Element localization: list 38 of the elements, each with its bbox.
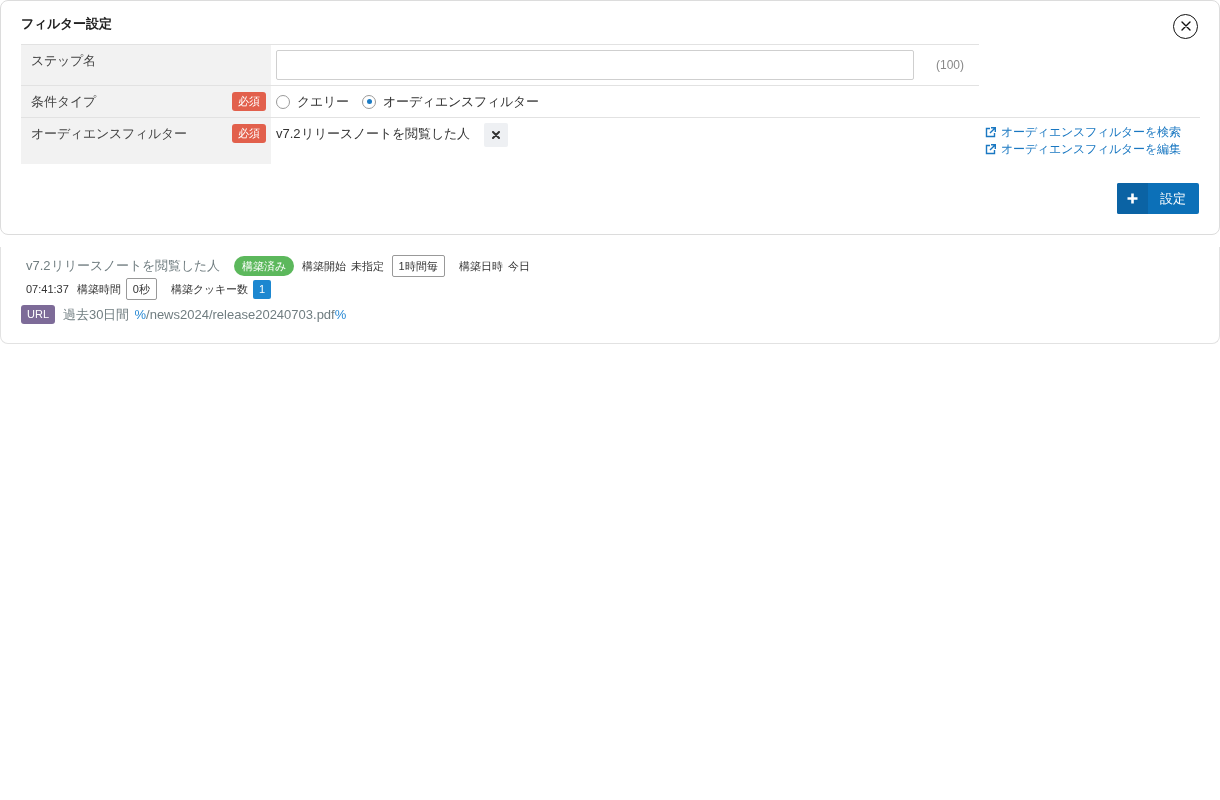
required-badge: 必須	[232, 124, 266, 143]
meta-value: 未指定	[350, 258, 384, 274]
count-badge: 1	[252, 279, 272, 299]
status-badge: 構築済み	[233, 256, 294, 276]
meta-value: 今日	[507, 258, 530, 274]
meta-label: 構築開始	[301, 258, 346, 274]
external-link-icon	[985, 144, 996, 155]
field-label: 条件タイプ	[31, 93, 96, 111]
outlined-tag: 1時間毎	[391, 255, 445, 277]
meta-label: 構築時間	[76, 281, 121, 297]
meta-value: 07:41:37	[26, 283, 69, 295]
outlined-tag: 0秒	[125, 278, 157, 300]
filter-link[interactable]: オーディエンスフィルターを編集	[985, 141, 1194, 158]
x-icon	[491, 131, 500, 139]
remove-button[interactable]	[483, 123, 508, 147]
radio-button[interactable]	[362, 94, 376, 109]
filter-link[interactable]: オーディエンスフィルターを検索	[985, 124, 1194, 141]
summary-title: v7.2リリースノートを閲覧した人	[26, 257, 220, 275]
period-text: 過去30日間	[63, 305, 130, 324]
type-badge: URL	[21, 305, 55, 324]
field-label: オーディエンスフィルター	[31, 125, 187, 143]
close-button[interactable]	[1173, 13, 1198, 39]
input-field[interactable]	[276, 50, 914, 80]
char-counter: (100)	[936, 58, 964, 72]
radio-label: クエリー	[297, 92, 349, 111]
selected-filter: v7.2リリースノートを閲覧した人	[276, 125, 470, 143]
required-badge: 必須	[232, 92, 266, 111]
close-icon	[1180, 21, 1191, 31]
radio-label: オーディエンスフィルター	[383, 92, 539, 111]
field-label: ステップ名	[31, 52, 96, 70]
set-button[interactable]: 設定	[1117, 183, 1199, 214]
dialog-title: フィルター設定	[21, 15, 112, 33]
url-pattern: %/news2024/release20240703.pdf%	[134, 307, 347, 322]
radio-button[interactable]	[276, 94, 290, 109]
meta-label: 構築日時	[458, 258, 503, 274]
meta-label: 構築クッキー数	[170, 281, 248, 297]
external-link-icon	[985, 127, 996, 138]
plus-icon	[1127, 193, 1138, 204]
